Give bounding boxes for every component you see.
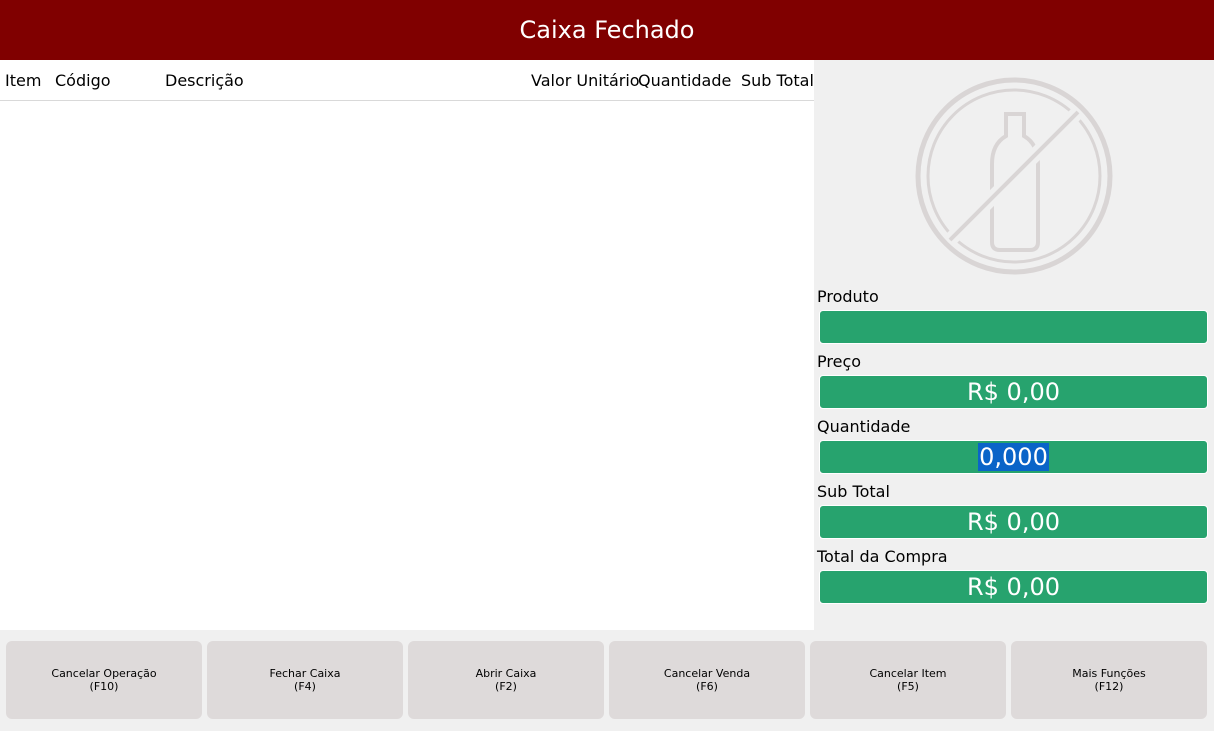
status-title: Caixa Fechado [519,16,695,44]
button-label: Mais Funções [1072,667,1146,680]
preco-label: Preço [817,352,862,371]
cancelar-venda-button[interactable]: Cancelar Venda (F6) [609,641,805,719]
total-compra-field[interactable]: R$ 0,00 [819,570,1208,604]
grid-header: Item Código Descrição Valor Unitário Qua… [0,60,814,101]
col-header-sub-total[interactable]: Sub Total [741,71,814,90]
quantidade-value: 0,000 [978,443,1049,471]
total-compra-value: R$ 0,00 [966,573,1060,601]
button-label: Abrir Caixa [475,667,537,680]
function-toolbar: Cancelar Operação (F10) Fechar Caixa (F4… [0,630,1214,731]
col-header-descricao[interactable]: Descrição [165,71,244,90]
sub-total-field[interactable]: R$ 0,00 [819,505,1208,539]
button-label: Fechar Caixa [269,667,341,680]
sub-total-label: Sub Total [817,482,890,501]
button-label: Cancelar Venda [663,667,751,680]
button-shortcut: (F5) [897,680,919,693]
cancelar-item-button[interactable]: Cancelar Item (F5) [810,641,1006,719]
button-label: Cancelar Operação [51,667,157,680]
preco-value: R$ 0,00 [966,378,1060,406]
col-header-codigo[interactable]: Código [55,71,111,90]
button-shortcut: (F6) [696,680,718,693]
mais-funcoes-button[interactable]: Mais Funções (F12) [1011,641,1207,719]
quantidade-input[interactable]: 0,000 [819,440,1208,474]
total-compra-label: Total da Compra [817,547,948,566]
produto-field[interactable] [819,310,1208,344]
sub-total-value: R$ 0,00 [966,508,1060,536]
col-header-item[interactable]: Item [5,71,41,90]
button-shortcut: (F12) [1094,680,1124,693]
items-grid[interactable]: Item Código Descrição Valor Unitário Qua… [0,60,814,630]
side-panel: Produto Preço R$ 0,00 Quantidade 0,000 S… [814,60,1214,630]
abrir-caixa-button[interactable]: Abrir Caixa (F2) [408,641,604,719]
button-label: Cancelar Item [869,667,947,680]
button-shortcut: (F4) [294,680,316,693]
col-header-valor-unitario[interactable]: Valor Unitário [531,71,640,90]
preco-field[interactable]: R$ 0,00 [819,375,1208,409]
col-header-quantidade[interactable]: Quantidade [638,71,731,90]
grid-body[interactable] [0,101,814,630]
fechar-caixa-button[interactable]: Fechar Caixa (F4) [207,641,403,719]
button-shortcut: (F2) [495,680,517,693]
cancelar-operacao-button[interactable]: Cancelar Operação (F10) [6,641,202,719]
button-shortcut: (F10) [89,680,119,693]
title-bar: Caixa Fechado [0,0,1214,60]
quantidade-label: Quantidade [817,417,911,436]
produto-label: Produto [817,287,879,306]
no-bottle-icon [912,74,1116,278]
